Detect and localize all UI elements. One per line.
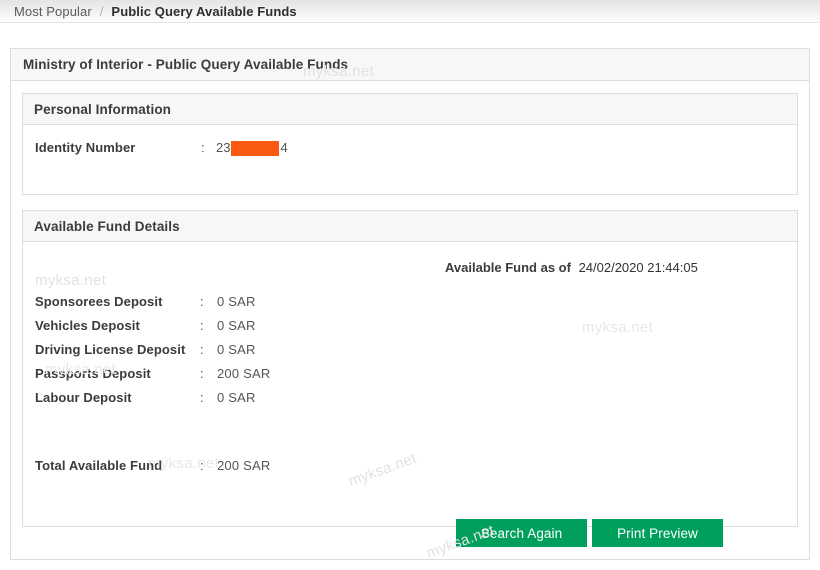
labour-deposit-colon: : (200, 390, 204, 405)
deposit-row: Passports Deposit : 200 SAR (35, 366, 785, 390)
driving-license-deposit-label: Driving License Deposit (35, 342, 186, 357)
available-fund-details-body: Available Fund as of 24/02/2020 21:44:05… (23, 242, 797, 526)
deposit-row: Vehicles Deposit : 0 SAR (35, 318, 785, 342)
vehicles-deposit-colon: : (200, 318, 204, 333)
breadcrumb-separator: / (99, 3, 104, 19)
personal-information-title: Personal Information (34, 101, 172, 117)
main-panel-body: Personal Information Identity Number : 2… (11, 81, 809, 527)
deposit-row: Driving License Deposit : 0 SAR (35, 342, 785, 366)
available-fund-details-panel: Available Fund Details Available Fund as… (22, 210, 798, 527)
available-fund-details-title: Available Fund Details (34, 218, 180, 234)
identity-number-row: Identity Number : 23 4 (35, 140, 785, 164)
personal-information-header: Personal Information (23, 94, 797, 125)
available-fund-details-header: Available Fund Details (23, 211, 797, 242)
deposit-row: Labour Deposit : 0 SAR (35, 390, 785, 414)
sponsorees-deposit-label: Sponsorees Deposit (35, 294, 163, 309)
breadcrumb-item-current: Public Query Available Funds (111, 3, 297, 19)
breadcrumb-item-most-popular[interactable]: Most Popular (14, 4, 92, 19)
identity-number-label: Identity Number (35, 140, 136, 155)
deposit-row: Sponsorees Deposit : 0 SAR (35, 294, 785, 318)
personal-information-body: Identity Number : 23 4 (23, 125, 797, 194)
total-available-fund-row: Total Available Fund : 200 SAR (35, 458, 785, 482)
available-fund-asof: Available Fund as of 24/02/2020 21:44:05 (35, 260, 785, 286)
driving-license-deposit-colon: : (200, 342, 204, 357)
passports-deposit-label: Passports Deposit (35, 366, 151, 381)
driving-license-deposit-value: 0 SAR (217, 342, 256, 357)
labour-deposit-label: Labour Deposit (35, 390, 132, 405)
page-title: Ministry of Interior - Public Query Avai… (23, 57, 349, 72)
print-preview-button[interactable]: Print Preview (592, 519, 723, 547)
search-again-button[interactable]: Search Again (456, 519, 587, 547)
total-available-fund-value: 200 SAR (217, 458, 271, 473)
action-buttons: Search Again Print Preview (11, 519, 811, 559)
sponsorees-deposit-colon: : (200, 294, 204, 309)
identity-number-colon: : (201, 140, 205, 155)
identity-number-suffix: 4 (280, 140, 288, 155)
main-panel: Ministry of Interior - Public Query Avai… (10, 48, 810, 560)
total-available-fund-label: Total Available Fund (35, 458, 163, 473)
labour-deposit-value: 0 SAR (217, 390, 256, 405)
identity-number-redaction-bar (231, 141, 280, 156)
passports-deposit-value: 200 SAR (217, 366, 271, 381)
vehicles-deposit-value: 0 SAR (217, 318, 256, 333)
vehicles-deposit-label: Vehicles Deposit (35, 318, 140, 333)
available-fund-asof-timestamp: 24/02/2020 21:44:05 (578, 260, 698, 275)
available-fund-asof-label: Available Fund as of (445, 260, 571, 275)
total-available-fund-colon: : (200, 458, 204, 473)
personal-information-panel: Personal Information Identity Number : 2… (22, 93, 798, 195)
main-panel-header: Ministry of Interior - Public Query Avai… (11, 49, 809, 81)
deposit-list: Sponsorees Deposit : 0 SAR Vehicles Depo… (35, 294, 785, 414)
passports-deposit-colon: : (200, 366, 204, 381)
breadcrumb: Most Popular / Public Query Available Fu… (0, 0, 820, 23)
identity-number-value: 23 4 (216, 140, 288, 156)
sponsorees-deposit-value: 0 SAR (217, 294, 256, 309)
identity-number-prefix: 23 (216, 140, 231, 155)
